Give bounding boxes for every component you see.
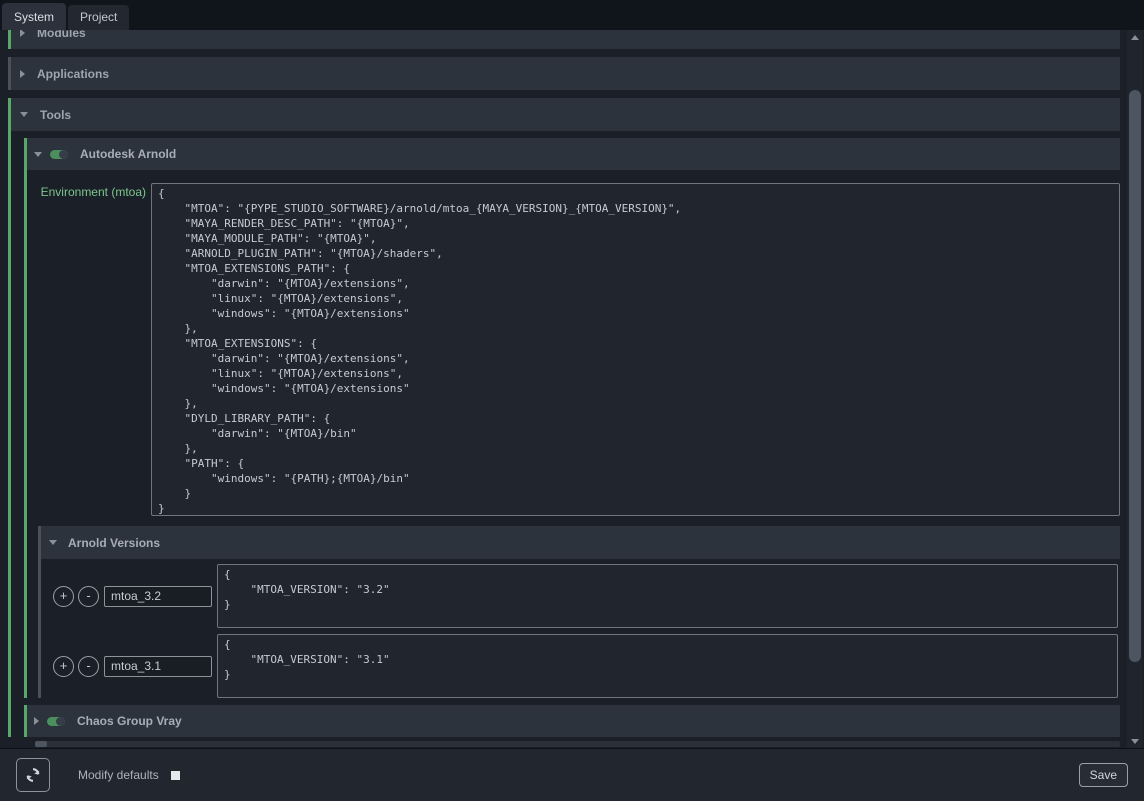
version-json-editor[interactable]: { "MTOA_VERSION": "3.1" } [217,634,1118,698]
caret-right-icon [20,70,25,78]
environment-json-editor[interactable]: { "MTOA": "{PYPE_STUDIO_SOFTWARE}/arnold… [151,183,1120,516]
remove-version-button[interactable]: - [78,586,99,607]
modify-defaults-checkbox[interactable] [171,771,180,780]
horizontal-scrollbar-thumb[interactable] [35,741,47,747]
tab-system[interactable]: System [2,3,66,30]
modify-defaults-label: Modify defaults [78,768,159,782]
caret-down-icon [20,112,28,117]
section-header-modules[interactable]: Modules [11,30,1120,49]
caret-right-icon [34,717,39,725]
tab-bar: System Project [0,0,1144,30]
caret-down-icon [34,152,42,157]
environment-label: Environment (mtoa) [27,183,151,199]
section-title: Modules [37,30,86,40]
section-applications: Applications [8,57,1120,90]
arnold-enabled-toggle[interactable] [50,150,68,159]
arnold-versions-title: Arnold Versions [68,536,160,550]
settings-scroll-area[interactable]: Modules Applications Tools Autodesk Arno… [0,30,1126,748]
vray-enabled-toggle[interactable] [47,717,65,726]
caret-right-icon [20,30,25,37]
version-json-editor[interactable]: { "MTOA_VERSION": "3.2" } [217,564,1118,628]
group-arnold-versions: Arnold Versions + - { "MTOA_VERSION": "3… [38,526,1120,698]
section-title: Applications [37,67,109,81]
arnold-header[interactable]: Autodesk Arnold [27,138,1120,170]
arnold-title: Autodesk Arnold [80,147,176,161]
version-name-input[interactable] [104,656,212,677]
scroll-down-button[interactable] [1127,734,1143,748]
refresh-button[interactable] [16,758,50,792]
version-row: + - { "MTOA_VERSION": "3.2" } [41,564,1120,628]
tab-project[interactable]: Project [68,5,129,30]
group-autodesk-arnold: Autodesk Arnold Environment (mtoa) { "MT… [24,138,1120,698]
environment-row: Environment (mtoa) { "MTOA": "{PYPE_STUD… [27,183,1120,516]
section-modules: Modules [8,30,1120,49]
vertical-scrollbar-thumb[interactable] [1129,90,1141,662]
refresh-icon [25,767,41,783]
toggle-knob-icon [59,150,68,159]
version-row: + - { "MTOA_VERSION": "3.1" } [41,634,1120,698]
section-title: Tools [40,108,71,122]
remove-version-button[interactable]: - [78,656,99,677]
caret-down-icon [49,540,57,545]
vray-header[interactable]: Chaos Group Vray [27,705,1120,737]
group-chaos-vray: Chaos Group Vray [24,705,1120,737]
version-controls: + - [41,564,212,628]
vertical-scrollbar[interactable] [1127,30,1143,748]
add-version-button[interactable]: + [53,656,74,677]
save-button[interactable]: Save [1079,763,1128,787]
section-header-applications[interactable]: Applications [11,57,1120,90]
footer-bar: Modify defaults Save [0,748,1144,801]
arrow-down-icon [1131,739,1139,744]
version-name-input[interactable] [104,586,212,607]
settings-window: System Project Modules Applications Tool… [0,0,1144,801]
section-header-tools[interactable]: Tools [11,98,1120,131]
toggle-knob-icon [56,717,65,726]
vray-title: Chaos Group Vray [77,714,182,728]
arnold-versions-header[interactable]: Arnold Versions [41,526,1120,559]
version-controls: + - [41,634,212,698]
section-tools: Tools Autodesk Arnold Environment (mtoa)… [8,98,1120,737]
scroll-up-button[interactable] [1127,30,1143,44]
add-version-button[interactable]: + [53,586,74,607]
horizontal-scrollbar[interactable] [35,741,1120,747]
arrow-up-icon [1131,35,1139,40]
